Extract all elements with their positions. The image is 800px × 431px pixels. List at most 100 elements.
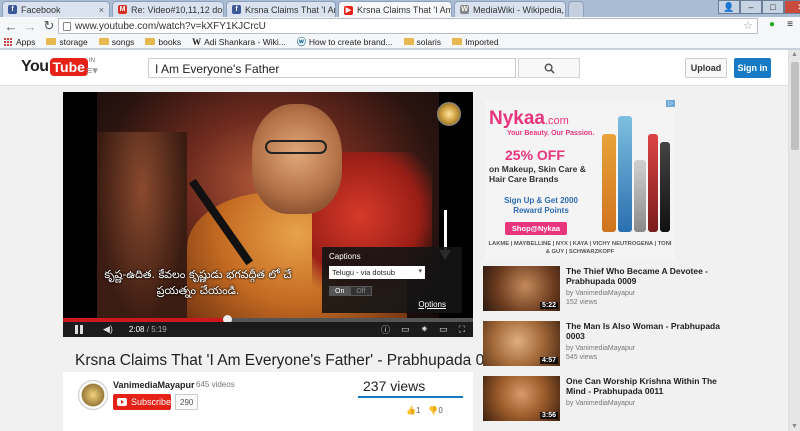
related-video-title[interactable]: One Can Worship Krishna Within The Mind …	[566, 376, 726, 396]
ad-product-image	[600, 114, 672, 238]
url-text: www.youtube.com/watch?v=kXFY1KJCrcU	[75, 20, 266, 32]
scroll-down-icon[interactable]: ▼	[791, 423, 798, 430]
captions-title: Captions	[329, 252, 361, 261]
ad-offer: 25% OFF	[505, 147, 565, 163]
captions-on-button[interactable]: On	[329, 286, 351, 296]
fullscreen-icon[interactable]: ⛶	[459, 324, 465, 335]
guide-menu-icon[interactable]: ≡▾	[86, 64, 98, 77]
bookmark-books[interactable]: books	[145, 37, 181, 47]
captions-language-select[interactable]: Telugu - via dotsub ▾	[329, 266, 425, 279]
search-input[interactable]: I Am Everyone's Father	[148, 58, 516, 78]
youtube-logo[interactable]: You Tube IN	[21, 58, 95, 76]
ad-offer-line: on Makeup, Skin Care & Hair Care Brands	[489, 164, 586, 184]
upload-button[interactable]: Upload	[685, 58, 727, 78]
subscribe-button[interactable]: Subscribe	[113, 394, 171, 410]
browser-tab-gmail[interactable]: M Re: Video#10,11,12 done - ×	[112, 1, 224, 17]
scroll-up-icon[interactable]: ▲	[791, 51, 798, 58]
bookmark-solaris[interactable]: solaris	[403, 37, 441, 47]
tab-label: Facebook	[21, 4, 61, 15]
related-video-thumbnail[interactable]: 5:22	[483, 266, 560, 311]
extension-icon[interactable]: ●	[766, 18, 778, 30]
youtube-page: You Tube IN ≡▾ I Am Everyone's Father Up…	[0, 50, 788, 431]
scrollbar-thumb[interactable]	[791, 62, 799, 150]
channel-name[interactable]: VanimediaMayapur	[113, 380, 195, 390]
related-video-thumbnail[interactable]: 3:56	[483, 376, 560, 421]
ad-brand: Nykaa.com	[489, 108, 569, 130]
likes-area: 👍1 👎0	[406, 406, 443, 415]
browser-tab-youtube[interactable]: ▶ Krsna Claims That 'I Am ◂) ×	[338, 1, 452, 18]
maximize-button[interactable]: □	[762, 0, 784, 14]
video-player[interactable]: కృష్ణ-ఉదిత. కేవలం కృష్ణుడు భగవద్గీత లో చ…	[63, 92, 473, 337]
bookmark-adi-shankara[interactable]: W Adi Shankara - Wiki...	[192, 37, 286, 47]
channel-avatar[interactable]	[78, 380, 108, 410]
minimize-button[interactable]: –	[740, 0, 762, 14]
captions-toggle[interactable]: On Off	[329, 286, 455, 296]
time-display: 2:08 / 5:19	[128, 325, 167, 334]
theater-mode-icon[interactable]: ▭	[439, 324, 448, 335]
bookmark-label: songs	[111, 36, 135, 47]
captions-panel: Captions Telugu - via dotsub ▾ On Off Op…	[322, 247, 462, 313]
nykaa-ad-banner[interactable]: ▷ Nykaa.com Your Beauty. Our Passion. 25…	[485, 100, 675, 260]
bookmark-imported[interactable]: Imported	[452, 37, 499, 47]
gmail-icon: M	[118, 5, 127, 14]
browser-tab-facebook-video[interactable]: f Krsna Claims That 'I Am E ×	[226, 1, 336, 17]
facebook-icon: f	[8, 5, 17, 14]
pause-icon[interactable]	[75, 325, 83, 334]
apps-grid-icon	[4, 37, 12, 46]
player-right-controls: ⓘ ▭ ✷ ▭ ⛶	[381, 323, 465, 336]
close-icon[interactable]: ×	[96, 5, 104, 15]
captions-options-link[interactable]: Options	[418, 300, 446, 309]
forward-arrow-icon[interactable]: →	[22, 18, 38, 34]
star-icon[interactable]: ☆	[743, 19, 753, 32]
tab-label: Re: Video#10,11,12 done -	[131, 4, 223, 15]
back-arrow-icon[interactable]: ←	[3, 18, 19, 34]
bookmark-how-to-create-brand[interactable]: ⓦ How to create brand...	[297, 35, 393, 48]
search-icon	[544, 63, 555, 74]
volume-icon[interactable]: ◀)	[103, 324, 113, 335]
browser-tab-strip: f Facebook × M Re: Video#10,11,12 done -…	[0, 0, 800, 18]
youtube-icon: ▶	[344, 5, 353, 15]
info-icon[interactable]: ⓘ	[381, 323, 390, 336]
reload-icon[interactable]: ↻	[41, 18, 57, 34]
new-tab-button[interactable]	[568, 1, 584, 17]
related-video-thumbnail[interactable]: 4:57	[483, 321, 560, 366]
like-ratio-bar	[358, 396, 463, 398]
page-scrollbar[interactable]: ▲ ▼	[788, 50, 800, 431]
like-button[interactable]: 👍1	[406, 406, 420, 415]
folder-icon	[46, 38, 57, 45]
bookmarks-bar: Apps storage songs books W Adi Shankara -…	[0, 35, 800, 49]
related-video-title[interactable]: The Man Is Also Woman - Prabhupada 0003	[566, 321, 726, 341]
bookmark-songs[interactable]: songs	[98, 36, 135, 47]
captions-off-button[interactable]: Off	[350, 286, 372, 296]
search-button[interactable]	[518, 58, 580, 78]
ad-brand-list: LAKME | MAYBELLINE | NYX | KAYA | VICHY …	[488, 241, 672, 255]
adchoices-icon[interactable]: ▷	[666, 100, 675, 107]
video-duration: 3:56	[539, 412, 558, 419]
video-speaker-face	[252, 104, 342, 214]
bookmark-label: Apps	[16, 36, 36, 47]
user-icon[interactable]: 👤	[718, 0, 740, 14]
video-duration: 5:22	[539, 302, 558, 309]
ad-shop-button[interactable]: Shop@Nykaa	[505, 222, 567, 235]
related-video-item[interactable]: 4:57 The Man Is Also Woman - Prabhupada …	[483, 321, 728, 369]
address-bar[interactable]: www.youtube.com/watch?v=kXFY1KJCrcU ☆	[58, 18, 758, 34]
captions-selected: Telugu - via dotsub	[332, 268, 395, 277]
related-video-channel: by VanimediaMayapur	[566, 345, 636, 352]
channel-watermark-icon[interactable]	[437, 102, 461, 126]
bookmark-apps[interactable]: Apps	[4, 37, 35, 47]
annotation-arrow	[439, 210, 451, 260]
window-close-button[interactable]: ✕	[784, 0, 800, 14]
gear-icon[interactable]: ✷	[421, 324, 429, 335]
sign-in-button[interactable]: Sign in	[734, 58, 771, 78]
subscriber-count: 290	[175, 394, 199, 410]
related-video-item[interactable]: 5:22 The Thief Who Became A Devotee - Pr…	[483, 266, 728, 314]
bookmark-storage[interactable]: storage	[46, 37, 88, 47]
dislike-button[interactable]: 👎0	[428, 406, 442, 415]
browser-tab-wikipedia[interactable]: W MediaWiki - Wikipedia, th ×	[454, 1, 566, 17]
related-video-item[interactable]: 3:56 One Can Worship Krishna Within The …	[483, 376, 728, 424]
related-video-title[interactable]: The Thief Who Became A Devotee - Prabhup…	[566, 266, 726, 286]
tab-label: Krsna Claims That 'I Am E	[245, 4, 335, 15]
browser-tab-facebook[interactable]: f Facebook ×	[2, 1, 110, 17]
menu-icon[interactable]: ≡	[784, 18, 796, 30]
captions-icon[interactable]: ▭	[401, 324, 410, 335]
